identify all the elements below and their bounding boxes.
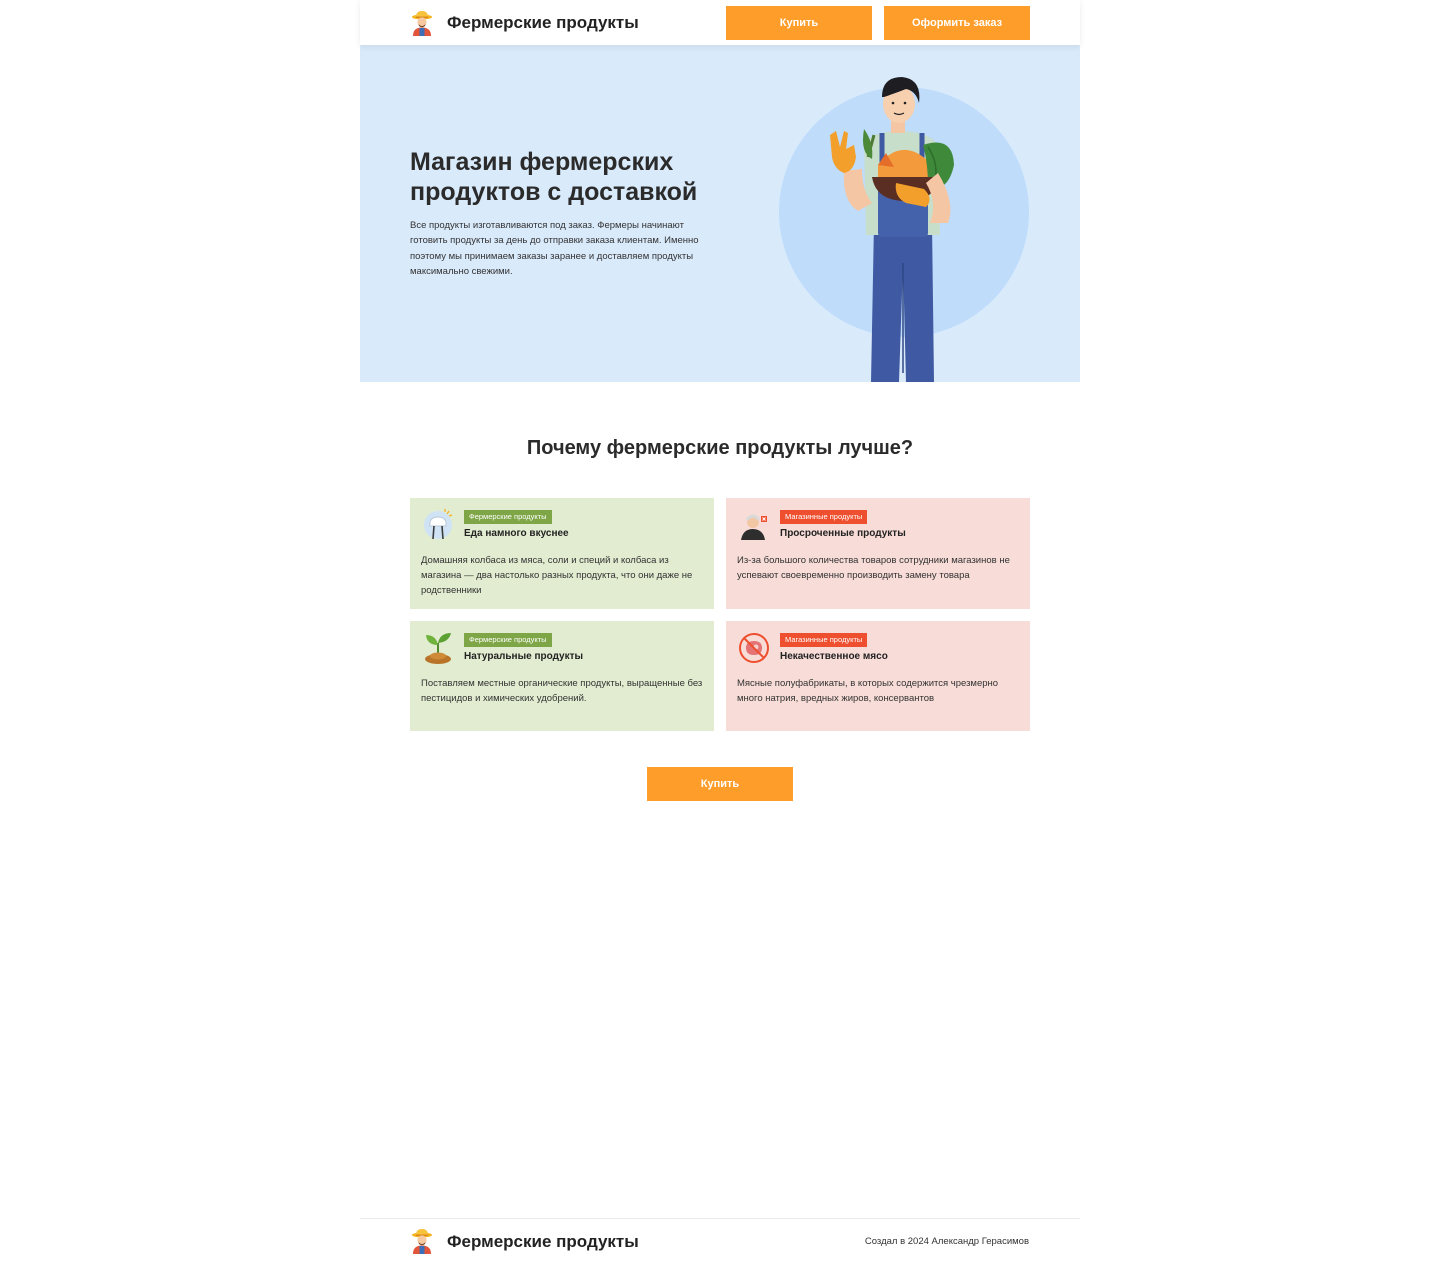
copyright-text: Создал в 2024 Александр Герасимов bbox=[864, 1236, 1029, 1247]
farmer-logo-icon[interactable] bbox=[410, 1228, 434, 1254]
brand-name[interactable]: Фермерские продукты bbox=[447, 13, 639, 33]
benefit-card-expired: Магазинные продукты Просроченные продукт… bbox=[726, 498, 1030, 609]
farmer-illustration-icon bbox=[779, 77, 1029, 382]
hero-title: Магазин фермерских продуктов с доставкой bbox=[410, 148, 698, 206]
old-man-icon bbox=[741, 514, 767, 540]
no-meat-icon bbox=[739, 633, 769, 663]
card-text: Мясные полуфабрикаты, в которых содержит… bbox=[737, 678, 999, 705]
status-badge: Магазинные продукты bbox=[780, 510, 868, 524]
card-title: Еда намного вкуснее bbox=[464, 528, 569, 539]
header: Фермерские продукты Купить Оформить зака… bbox=[360, 0, 1080, 45]
card-title: Некачественное мясо bbox=[780, 651, 888, 662]
section-title: Почему фермерские продукты лучше? bbox=[526, 437, 914, 459]
status-badge: Фермерские продукты bbox=[464, 510, 552, 524]
hero-section: Магазин фермерских продуктов с доставкой… bbox=[360, 45, 1080, 382]
card-text: Из-за большого количества товаров сотруд… bbox=[737, 555, 1010, 582]
hero-description: Все продукты изготавливаются под заказ. … bbox=[410, 220, 699, 278]
benefit-card-natural: Фермерские продукты Натуральные продукты… bbox=[410, 621, 714, 731]
sprout-icon bbox=[425, 633, 451, 664]
footer-brand-name[interactable]: Фермерские продукты bbox=[447, 1232, 639, 1252]
status-badge: Магазинные продукты bbox=[780, 633, 868, 647]
farmer-logo-icon[interactable] bbox=[410, 10, 434, 36]
benefit-card-tasty: Фермерские продукты Еда намного вкуснее … bbox=[410, 498, 714, 609]
buy-button[interactable]: Купить bbox=[726, 6, 872, 40]
footer: Фермерские продукты Создал в 2024 Алекса… bbox=[360, 1218, 1080, 1263]
buy-button-main[interactable]: Купить bbox=[647, 767, 793, 801]
page: Фермерские продукты Купить Оформить зака… bbox=[360, 0, 1080, 1262]
chef-hat-fork-icon bbox=[424, 509, 453, 540]
card-text: Поставляем местные органические продукты… bbox=[421, 678, 703, 705]
card-title: Просроченные продукты bbox=[780, 528, 906, 539]
card-title: Натуральные продукты bbox=[464, 651, 584, 662]
order-button[interactable]: Оформить заказ bbox=[884, 6, 1030, 40]
benefit-card-bad-meat: Магазинные продукты Некачественное мясо … bbox=[726, 621, 1030, 731]
card-text: Домашняя колбаса из мяса, соли и специй … bbox=[421, 555, 693, 597]
status-badge: Фермерские продукты bbox=[464, 633, 552, 647]
